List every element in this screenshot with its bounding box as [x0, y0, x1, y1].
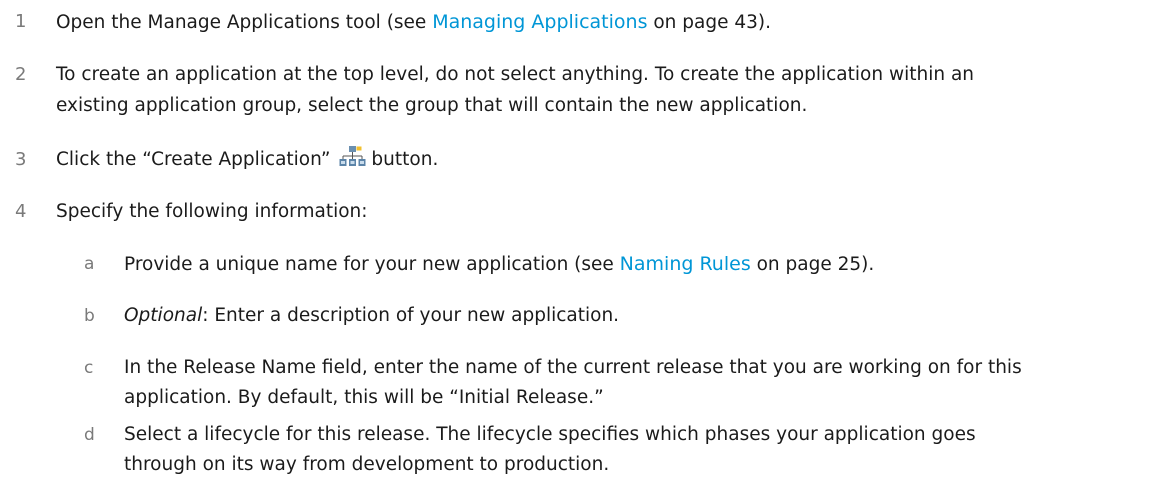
substep-letter: d	[84, 425, 95, 445]
substep-text: Provide a unique name for your new appli…	[124, 254, 620, 275]
substep-letter: b	[84, 306, 95, 326]
step-number: 3	[15, 149, 27, 170]
optional-label: Optional	[124, 305, 203, 326]
step-text-line1: To create an application at the top leve…	[56, 64, 975, 85]
managing-applications-link[interactable]: Managing Applications	[432, 11, 647, 33]
create-application-icon	[338, 146, 366, 168]
substep-letter: a	[84, 254, 95, 274]
substep-text-line1: In the Release Name field, enter the nam…	[124, 357, 1022, 378]
step-number: 1	[15, 11, 27, 32]
substep-text-line1: Select a lifecycle for this release. The…	[124, 424, 976, 445]
step-text: button.	[371, 149, 439, 170]
substep-text: on page 25).	[750, 254, 875, 275]
naming-rules-link[interactable]: Naming Rules	[620, 253, 751, 275]
substep-text-line2: through on its way from development to p…	[124, 454, 610, 475]
substep-text-line2: application. By default, this will be “I…	[124, 387, 604, 408]
step-number: 2	[15, 64, 27, 85]
step-text-line2: existing application group, select the g…	[56, 95, 808, 116]
step-number: 4	[15, 201, 27, 222]
procedure-page: 1 Open the Manage Applications tool (see…	[0, 0, 1165, 483]
step-text: Open the Manage Applications tool (see	[56, 12, 433, 33]
step-text: on page 43).	[647, 12, 771, 33]
substep-letter: c	[84, 358, 94, 378]
substep-text: : Enter a description of your new applic…	[202, 305, 620, 326]
step-text: Click the “Create Application”	[56, 149, 331, 170]
step-text: Specify the following information:	[56, 201, 368, 222]
